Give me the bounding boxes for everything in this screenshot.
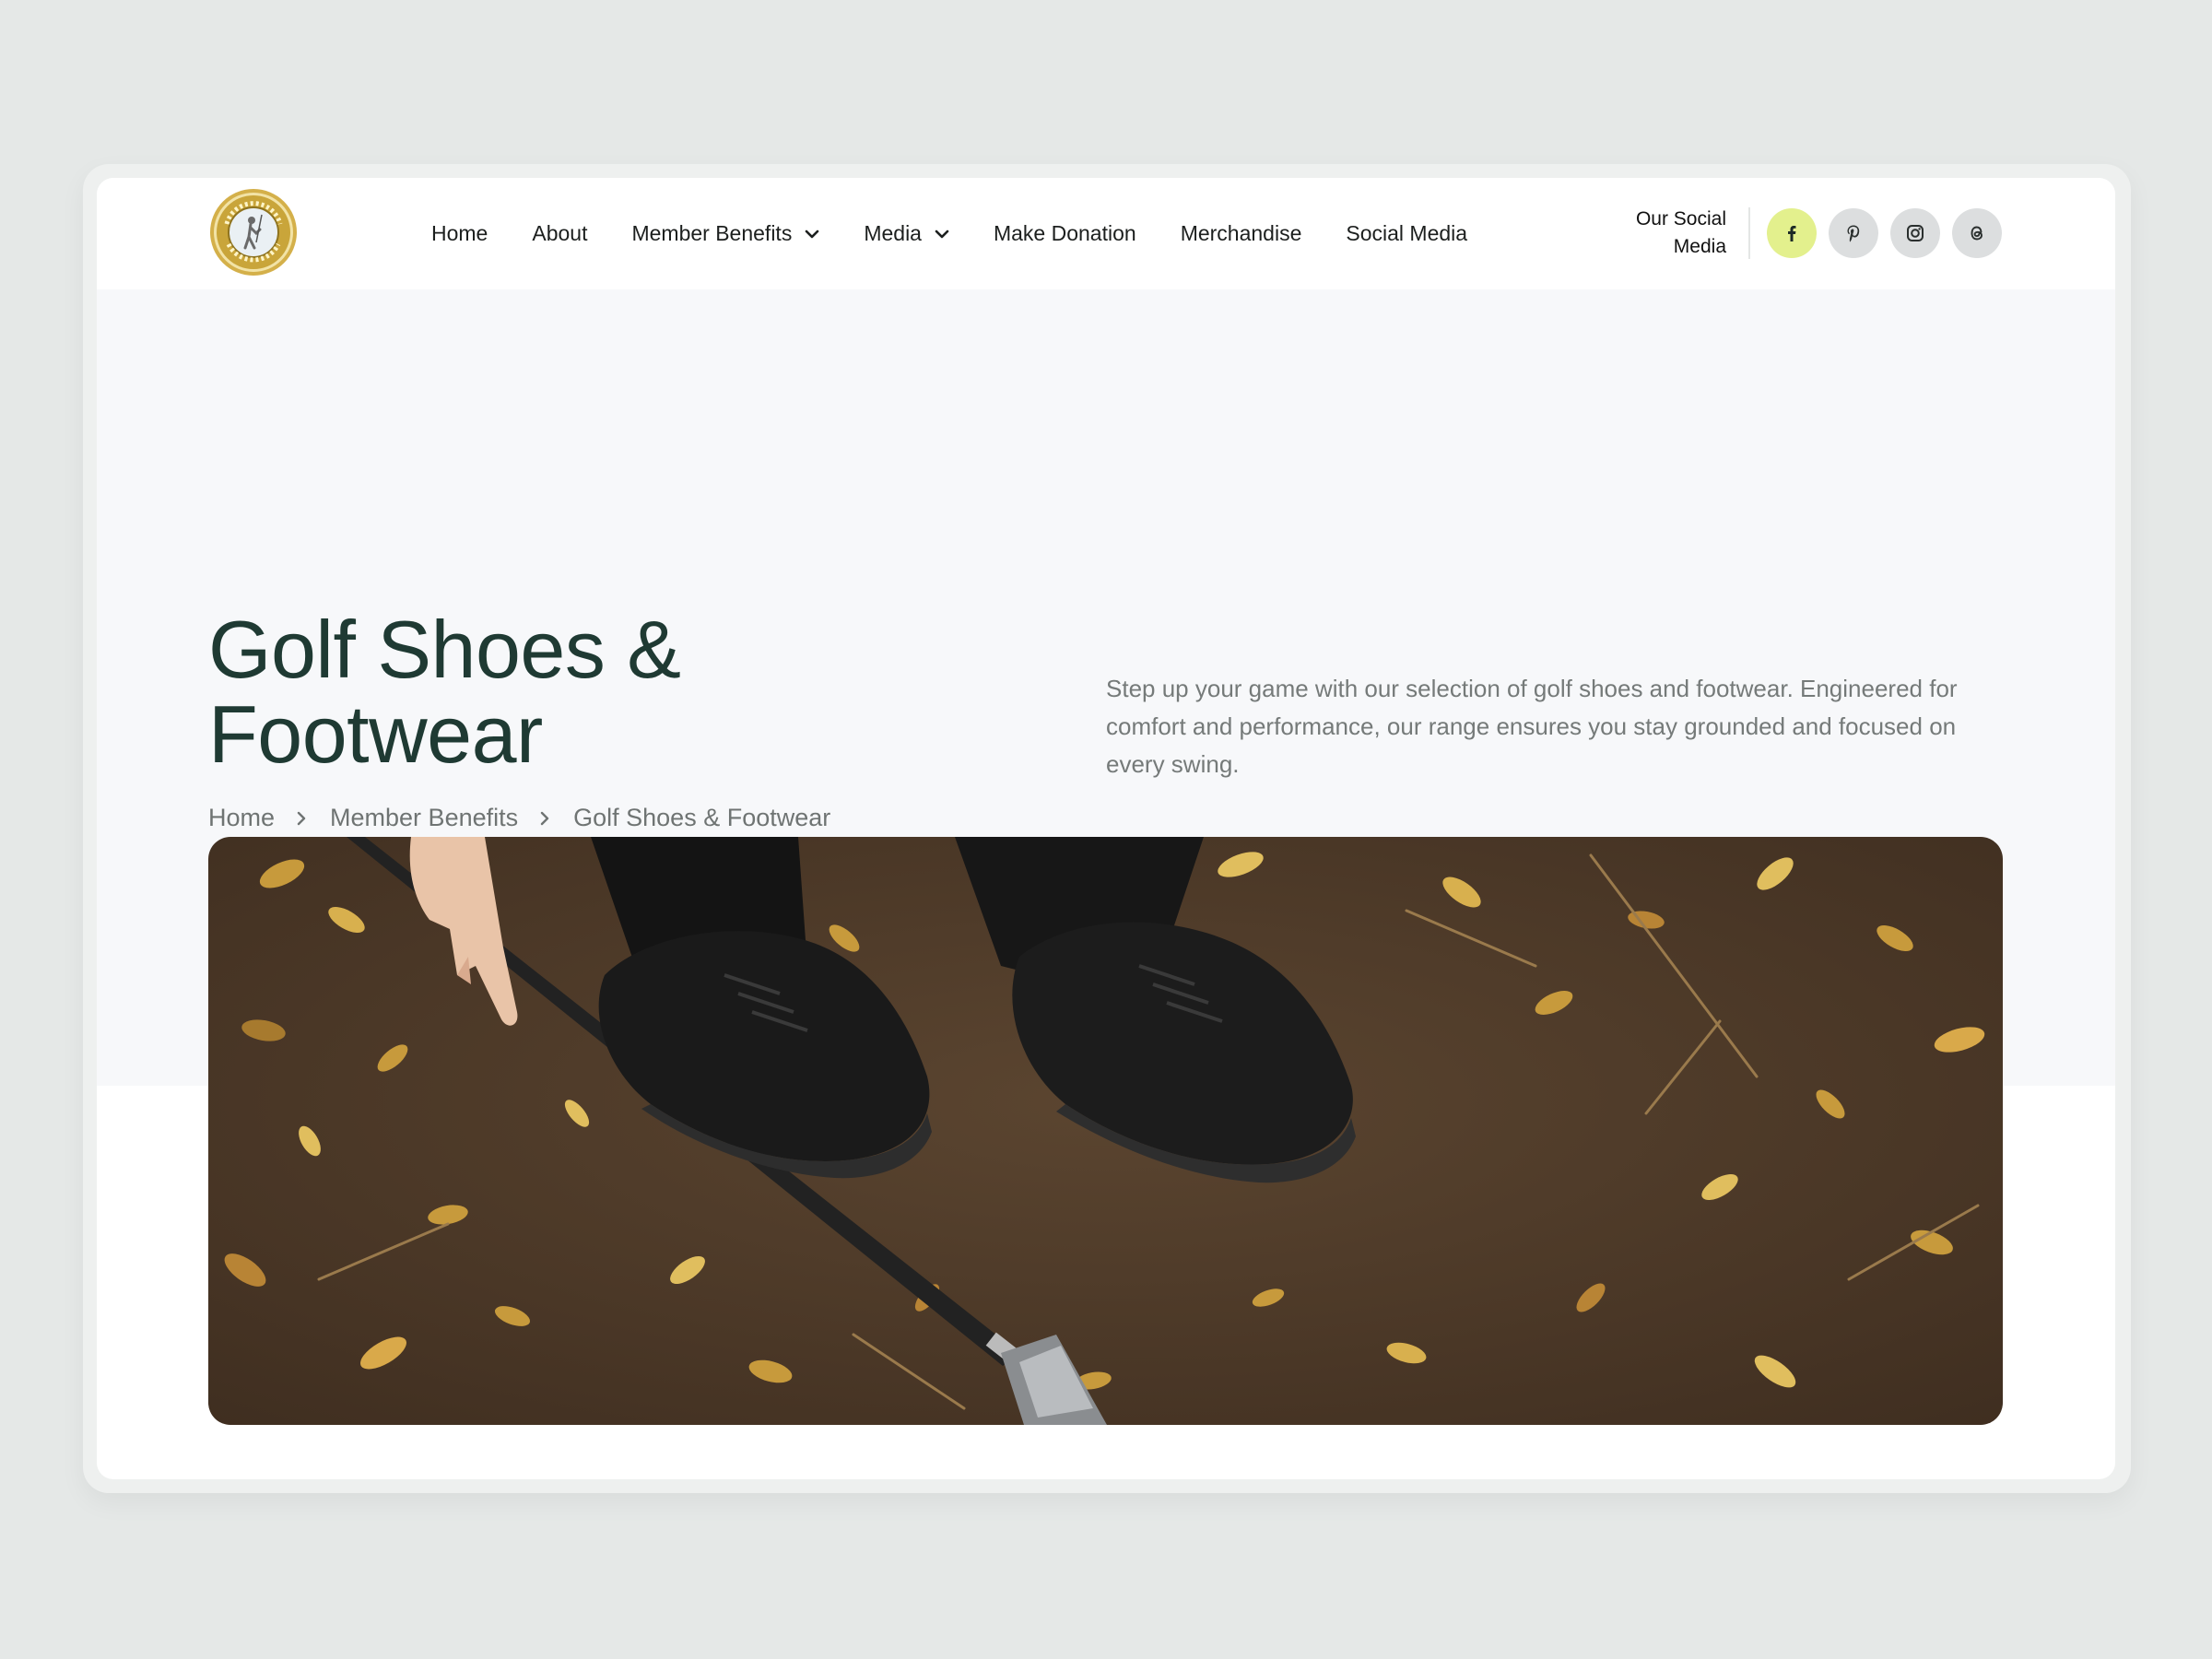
chevron-right-icon [297, 811, 306, 825]
chevron-down-icon [806, 229, 819, 238]
pinterest-button[interactable] [1829, 208, 1878, 258]
nav-make-donation[interactable]: Make Donation [994, 221, 1136, 246]
breadcrumb-home[interactable]: Home [208, 804, 275, 832]
nav-home[interactable]: Home [431, 221, 488, 246]
nav-make-donation-label: Make Donation [993, 221, 1136, 245]
page-description: Step up your game with our selection of … [1106, 675, 1958, 778]
main-nav: Home About Member Benefits Media Make Do… [431, 178, 1512, 289]
golf-shoes-photo [208, 837, 2003, 1425]
nav-social-media[interactable]: Social Media [1346, 221, 1467, 246]
chevron-right-icon [540, 811, 549, 825]
social-label-line2: Media [1673, 236, 1726, 257]
nav-media-label: Media [864, 221, 922, 245]
nav-home-label: Home [431, 221, 488, 245]
page-title-line2: Footwear [208, 688, 543, 780]
instagram-icon [1907, 225, 1924, 241]
threads-icon [1971, 226, 1983, 241]
header-divider [1748, 207, 1750, 259]
nav-member-benefits[interactable]: Member Benefits [631, 221, 819, 246]
breadcrumb: Home Member Benefits Golf Shoes & Footwe… [208, 804, 830, 832]
association-logo[interactable] [208, 187, 299, 277]
nav-about-label: About [532, 221, 588, 245]
nav-media[interactable]: Media [864, 221, 949, 246]
site-header: Home About Member Benefits Media Make Do… [97, 178, 2115, 289]
threads-button[interactable] [1952, 208, 2002, 258]
page-title: Golf Shoes & Footwear [208, 607, 681, 777]
breadcrumb-current: Golf Shoes & Footwear [573, 804, 831, 831]
instagram-button[interactable] [1890, 208, 1940, 258]
nav-merchandise-label: Merchandise [1180, 221, 1302, 245]
page-card: Home About Member Benefits Media Make Do… [97, 178, 2115, 1479]
nav-about[interactable]: About [532, 221, 587, 246]
nav-merchandise[interactable]: Merchandise [1181, 221, 1302, 246]
breadcrumb-member-benefits[interactable]: Member Benefits [330, 804, 518, 832]
social-media-label: Our Social Media [1608, 206, 1726, 261]
social-label-line1: Our Social [1635, 208, 1726, 229]
page-title-line1: Golf Shoes & [208, 604, 681, 695]
pinterest-icon [1847, 225, 1860, 242]
facebook-icon [1788, 226, 1796, 241]
nav-social-media-label: Social Media [1346, 221, 1468, 245]
nav-member-benefits-label: Member Benefits [631, 221, 793, 245]
facebook-button[interactable] [1767, 208, 1817, 258]
chevron-down-icon [935, 229, 949, 238]
